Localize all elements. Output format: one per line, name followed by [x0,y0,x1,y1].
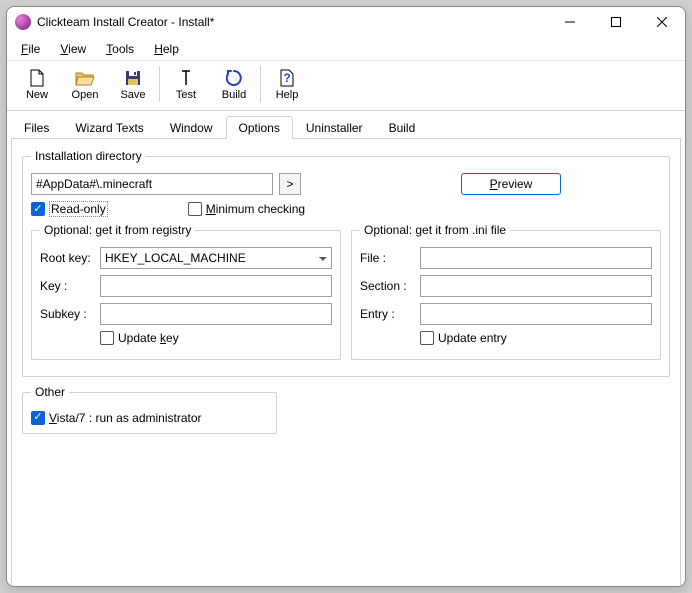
new-icon [27,68,47,88]
entry-label: Entry : [360,307,420,321]
titlebar: Clickteam Install Creator - Install* [7,7,685,37]
subkey-label: Subkey : [40,307,100,321]
toolbar-new[interactable]: New [13,62,61,106]
tab-window[interactable]: Window [157,116,226,139]
key-label: Key : [40,279,100,293]
install-path-input[interactable] [31,173,273,195]
tabbar: Files Wizard Texts Window Options Uninst… [7,111,685,138]
file-label: File : [360,251,420,265]
toolbar-save[interactable]: Save [109,62,157,106]
menu-view[interactable]: View [50,39,96,59]
test-icon [176,68,196,88]
menu-help[interactable]: Help [144,39,189,59]
window-controls [547,7,685,37]
entry-input[interactable] [420,303,652,325]
build-icon [224,68,244,88]
update-entry-checkbox[interactable] [420,331,434,345]
update-key-checkbox[interactable] [100,331,114,345]
update-entry-checkbox-wrap[interactable]: Update entry [420,331,507,345]
update-key-label: Update key [118,331,179,345]
toolbar-open-label: Open [72,89,99,101]
installation-directory-legend: Installation directory [31,149,146,163]
toolbar-help[interactable]: ? Help [263,62,311,106]
menu-file[interactable]: File [11,39,50,59]
tab-options[interactable]: Options [226,116,293,139]
section-input[interactable] [420,275,652,297]
window-title: Clickteam Install Creator - Install* [37,15,547,29]
preview-button[interactable]: Preview [461,173,561,195]
other-legend: Other [31,385,69,399]
toolbar: New Open Save Test Build ? Help [7,61,685,111]
vista-checkbox[interactable] [31,411,45,425]
ini-group: Optional: get it from .ini file File : S… [351,223,661,360]
toolbar-help-label: Help [276,89,299,101]
vista-checkbox-wrap[interactable]: Vista/7 : run as administrator [31,411,202,425]
readonly-checkbox[interactable] [31,202,45,216]
subkey-input[interactable] [100,303,332,325]
toolbar-build-label: Build [222,89,246,101]
maximize-button[interactable] [593,7,639,37]
minimum-checking-checkbox[interactable] [188,202,202,216]
update-key-checkbox-wrap[interactable]: Update key [100,331,179,345]
menu-tools[interactable]: Tools [96,39,144,59]
vista-label: Vista/7 : run as administrator [49,411,202,425]
menubar: File View Tools Help [7,37,685,61]
open-icon [75,68,95,88]
registry-legend: Optional: get it from registry [40,223,195,237]
tab-files[interactable]: Files [11,116,62,139]
close-button[interactable] [639,7,685,37]
installation-directory-group: Installation directory > Preview Read-on… [22,149,670,377]
toolbar-test-label: Test [176,89,196,101]
svg-text:?: ? [283,71,290,85]
minimize-button[interactable] [547,7,593,37]
minimum-checking-checkbox-wrap[interactable]: Minimum checking [188,202,305,216]
window: Clickteam Install Creator - Install* Fil… [6,6,686,587]
readonly-checkbox-wrap[interactable]: Read-only [31,201,108,217]
app-icon [15,14,31,30]
section-label: Section : [360,279,420,293]
tab-uninstaller[interactable]: Uninstaller [293,116,376,139]
readonly-label: Read-only [49,201,108,217]
help-icon: ? [277,68,297,88]
toolbar-save-label: Save [120,89,145,101]
toolbar-separator-2 [260,66,261,102]
toolbar-open[interactable]: Open [61,62,109,106]
registry-group: Optional: get it from registry Root key:… [31,223,341,360]
toolbar-separator [159,66,160,102]
toolbar-build[interactable]: Build [210,62,258,106]
other-group: Other Vista/7 : run as administrator [22,385,277,434]
update-entry-label: Update entry [438,331,507,345]
tab-build[interactable]: Build [376,116,429,139]
browse-button[interactable]: > [279,173,301,195]
toolbar-test[interactable]: Test [162,62,210,106]
tab-wizard-texts[interactable]: Wizard Texts [62,116,156,139]
file-input[interactable] [420,247,652,269]
options-panel: Installation directory > Preview Read-on… [11,138,681,587]
rootkey-label: Root key: [40,251,100,265]
save-icon [123,68,143,88]
ini-legend: Optional: get it from .ini file [360,223,510,237]
minimum-checking-label: Minimum checking [206,202,305,216]
toolbar-new-label: New [26,89,48,101]
rootkey-select[interactable]: HKEY_LOCAL_MACHINE [100,247,332,269]
key-input[interactable] [100,275,332,297]
